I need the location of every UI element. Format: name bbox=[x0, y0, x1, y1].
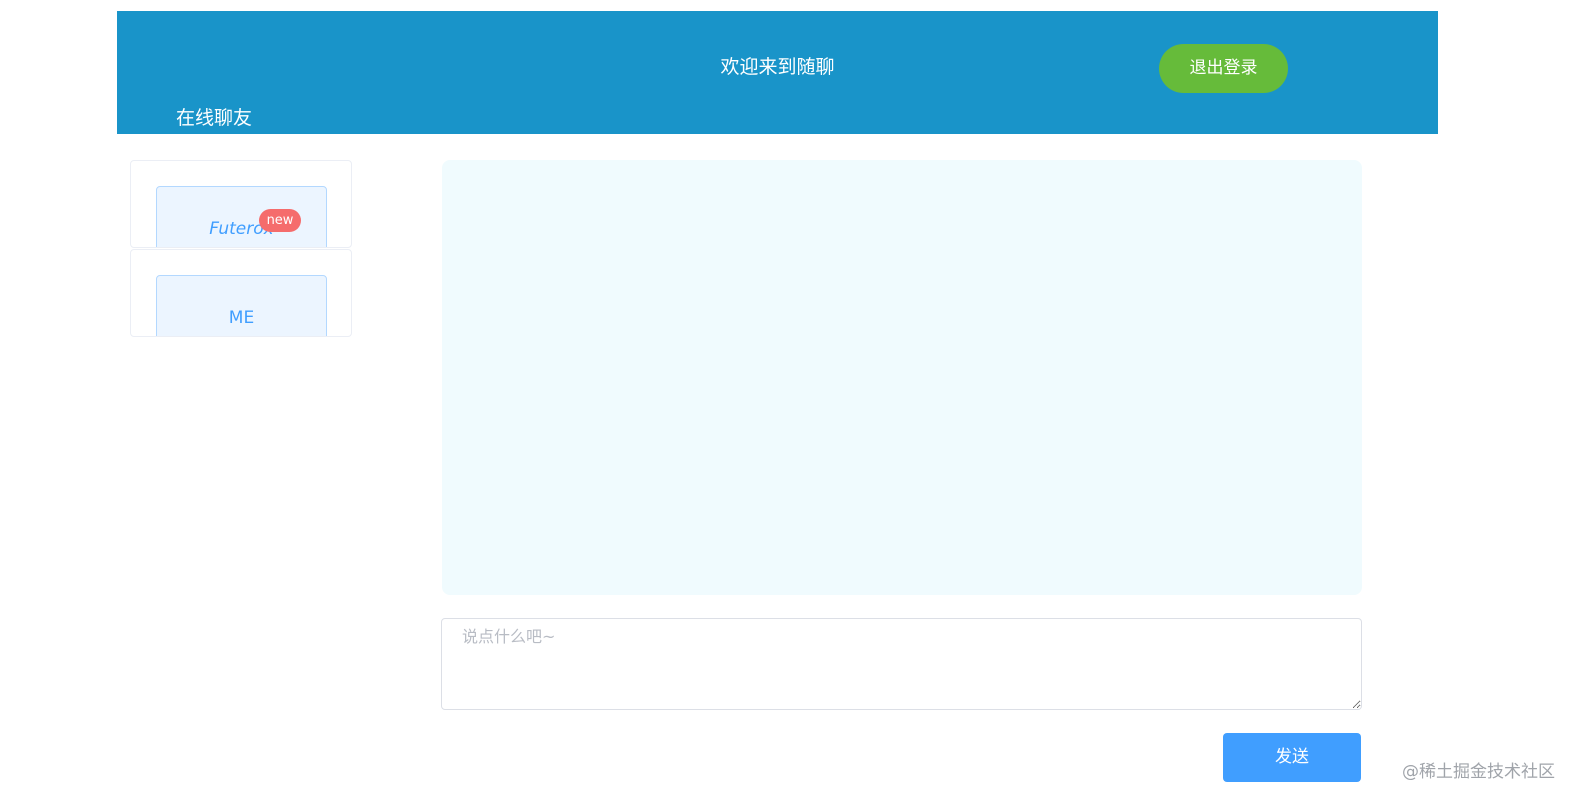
watermark: @稀土掘金技术社区 bbox=[1402, 762, 1555, 782]
logout-button[interactable]: 退出登录 bbox=[1159, 44, 1288, 93]
friend-name: ME bbox=[228, 308, 255, 328]
friend-button[interactable]: Futerox bbox=[156, 186, 327, 247]
send-button[interactable]: 发送 bbox=[1223, 733, 1361, 782]
friend-card-futerox[interactable]: Futerox bbox=[130, 160, 352, 248]
message-input[interactable] bbox=[441, 618, 1362, 710]
friend-button[interactable]: ME bbox=[156, 275, 327, 336]
top-header: 欢迎来到随聊 退出登录 在线聊友 bbox=[117, 11, 1438, 134]
chat-message-area bbox=[442, 160, 1362, 595]
online-friends-label: 在线聊友 bbox=[176, 107, 253, 129]
new-message-badge: new bbox=[259, 209, 301, 232]
friend-card-me[interactable]: ME bbox=[130, 249, 352, 337]
